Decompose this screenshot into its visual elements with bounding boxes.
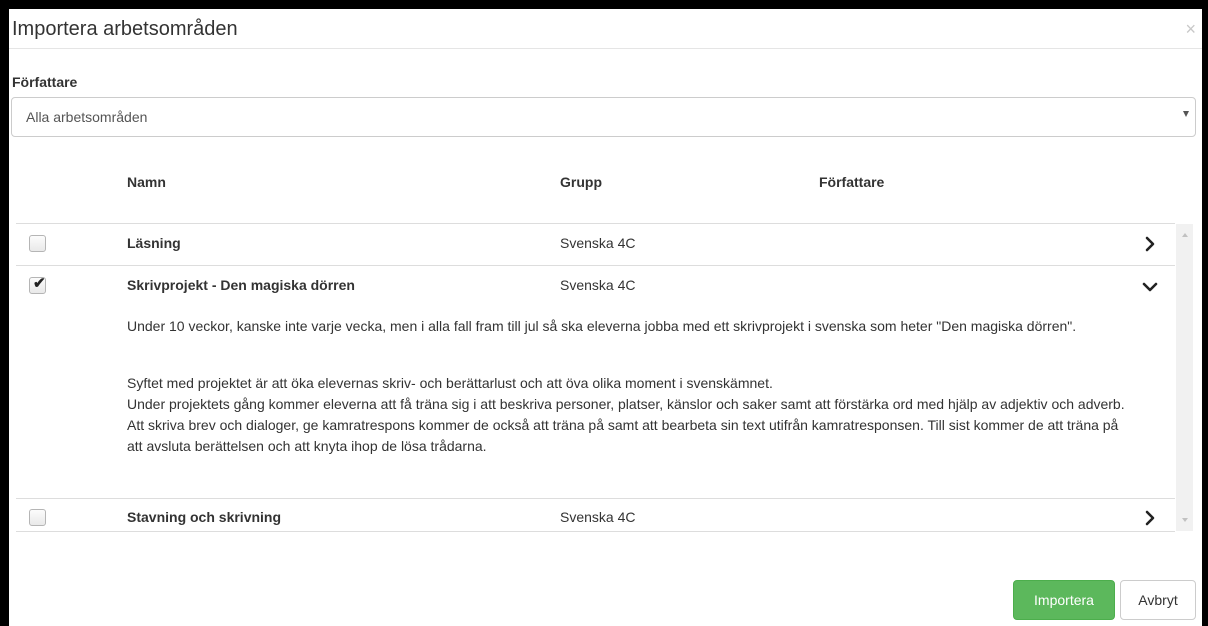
row-description-paragraph-2: Syftet med projektet är att öka eleverna… — [127, 373, 1137, 457]
scroll-down-icon[interactable] — [1182, 518, 1188, 522]
row-checkbox[interactable]: ✔ — [29, 275, 46, 294]
table-bottom-divider — [16, 531, 1175, 532]
chevron-right-icon[interactable] — [1140, 234, 1160, 254]
column-header-author: Författare — [819, 174, 885, 190]
close-icon[interactable]: × — [1185, 20, 1196, 38]
row-name: Skrivprojekt - Den magiska dörren — [127, 277, 355, 293]
row-name: Läsning — [127, 235, 181, 251]
author-filter-value: Alla arbetsområden — [26, 109, 148, 125]
column-header-group: Grupp — [560, 174, 602, 190]
column-header-name: Namn — [127, 174, 166, 190]
chevron-down-icon[interactable] — [1140, 277, 1160, 297]
row-group: Svenska 4C — [560, 235, 636, 251]
row-name: Stavning och skrivning — [127, 509, 282, 525]
caret-down-icon — [1183, 111, 1189, 117]
author-filter-select[interactable]: Alla arbetsområden — [11, 97, 1196, 137]
table-row[interactable]: Läsning Svenska 4C — [16, 224, 1175, 265]
import-dialog: Importera arbetsområden × Författare All… — [9, 9, 1202, 626]
row-description-line: Under projektets gång kommer eleverna at… — [127, 396, 1125, 454]
row-checkbox[interactable] — [29, 509, 46, 526]
table-row[interactable]: ✔ Skrivprojekt - Den magiska dörren Sven… — [16, 266, 1175, 498]
row-description-paragraph-1: Under 10 veckor, kanske inte varje vecka… — [127, 318, 1077, 334]
import-button[interactable]: Importera — [1013, 580, 1115, 620]
dialog-title: Importera arbetsområden — [12, 18, 238, 40]
checkmark-icon: ✔ — [33, 275, 46, 292]
chevron-right-icon[interactable] — [1140, 508, 1160, 528]
cancel-button[interactable]: Avbryt — [1120, 580, 1196, 620]
row-checkbox[interactable] — [29, 235, 46, 252]
scroll-up-icon[interactable] — [1182, 233, 1188, 237]
table-row[interactable]: Stavning och skrivning Svenska 4C — [16, 499, 1175, 531]
dialog-header: Importera arbetsområden × — [9, 9, 1202, 49]
scrollbar-thumb[interactable] — [1178, 247, 1191, 504]
author-filter-label: Författare — [12, 74, 78, 90]
row-description-line: Syftet med projektet är att öka eleverna… — [127, 375, 773, 391]
row-group: Svenska 4C — [560, 509, 636, 525]
list-scrollbar[interactable] — [1176, 224, 1193, 531]
work-area-list: Läsning Svenska 4C ✔ Skrivprojekt - Den … — [16, 224, 1175, 531]
row-group: Svenska 4C — [560, 277, 636, 293]
